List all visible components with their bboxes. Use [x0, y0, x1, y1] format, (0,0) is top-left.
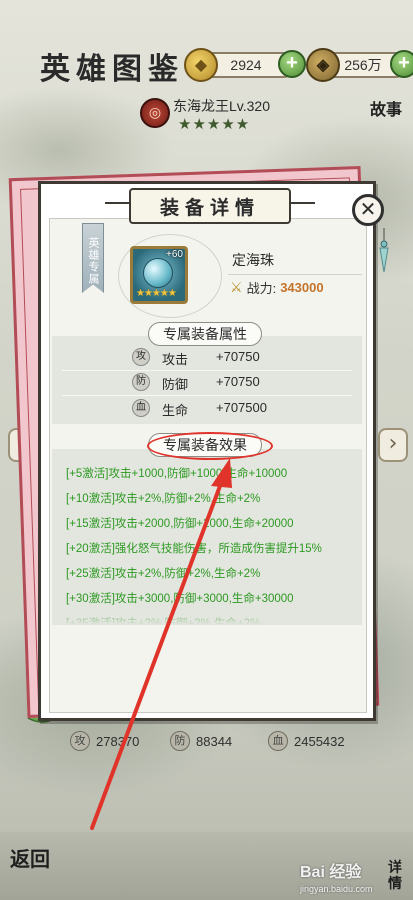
attribute-name: 攻击 — [162, 352, 189, 367]
defense-value: 88344 — [196, 733, 233, 749]
attribute-row-life: 血 生命 +707500 — [52, 397, 278, 421]
attack-stat: 攻 278370 — [70, 730, 139, 752]
hero-stars: ★★★★★ — [178, 115, 251, 133]
effect-item: [+10激活]攻击+2%,防御+2%,生命+2% — [66, 493, 261, 505]
item-stars: ★★★★★ — [136, 288, 177, 299]
attack-value: 278370 — [96, 733, 140, 749]
back-button[interactable]: 返回 — [10, 848, 50, 870]
page-title: 英雄图鉴 — [40, 52, 184, 87]
defense-icon: 防 — [170, 731, 190, 751]
coin-value: 256万 — [344, 57, 382, 73]
life-icon: 血 — [268, 731, 288, 751]
item-level: +60 — [166, 249, 183, 260]
gold-ingot-icon: ◆ — [184, 48, 218, 82]
effect-list[interactable]: [+5激活]攻击+1000,防御+1000,生命+10000 [+10激活]攻击… — [52, 449, 362, 625]
watermark-text: Bai 经验 — [300, 864, 362, 881]
life-value: 2455432 — [294, 733, 345, 749]
add-gold-button[interactable]: + — [278, 50, 306, 78]
life-icon: 血 — [132, 399, 150, 417]
attack-icon: 攻 — [70, 731, 90, 751]
story-button[interactable]: 故事 — [370, 96, 402, 120]
item-name: 定海珠 — [232, 252, 274, 268]
tassel-icon — [379, 228, 389, 273]
attribute-section-header: 专属装备属性 — [60, 322, 350, 346]
watermark: Bai 经验 jingyan.baidu.com — [300, 858, 373, 894]
attribute-row-defense: 防 防御 +70750 — [52, 371, 278, 395]
power-divider — [228, 274, 362, 275]
attribute-row-attack: 攻 攻击 +70750 — [52, 346, 278, 370]
gold-counter: ◆ 2924 + — [184, 48, 306, 82]
power-label: 战力: — [246, 281, 277, 296]
hero-name: 东海龙王Lv.320 — [173, 98, 270, 114]
defense-stat: 防 88344 — [170, 730, 232, 752]
highlight-oval — [147, 432, 273, 460]
detail-button[interactable]: 详情 — [388, 860, 408, 892]
gold-value: 2924 — [230, 57, 262, 73]
effect-item: [+30激活]攻击+3000,防御+3000,生命+30000 — [66, 593, 294, 605]
crossed-swords-icon: ⚔ — [230, 279, 243, 295]
hero-faction-icon: ◎ — [140, 98, 170, 128]
coin-counter: ◈ 256万 + — [306, 48, 413, 82]
power-row: ⚔ 战力: 343000 — [230, 278, 324, 297]
watermark-url: jingyan.baidu.com — [300, 884, 373, 894]
add-coin-button[interactable]: + — [390, 50, 413, 78]
defense-icon: 防 — [132, 373, 150, 391]
attribute-name: 防御 — [162, 377, 189, 392]
modal-title: 装备详情 — [159, 196, 260, 219]
effect-item: [+25激活]攻击+2%,防御+2%,生命+2% — [66, 568, 261, 580]
hero-exclusive-ribbon: 英雄专属 — [82, 223, 104, 293]
attribute-value: +70750 — [216, 349, 260, 364]
modal-title-frame: 装备详情 — [105, 188, 315, 224]
effect-item: [+15激活]攻击+2000,防御+2000,生命+20000 — [66, 518, 294, 530]
attribute-value: +707500 — [216, 400, 267, 415]
attribute-value: +70750 — [216, 374, 260, 389]
power-value: 343000 — [280, 280, 324, 295]
attribute-divider — [62, 395, 352, 396]
pearl-icon — [143, 258, 173, 288]
coin-icon: ◈ — [306, 48, 340, 82]
effect-item: [+5激活]攻击+1000,防御+1000,生命+10000 — [66, 468, 288, 480]
effect-item: [+20激活]强化怒气技能伤害，所造成伤害提升15% — [66, 543, 322, 555]
next-hero-button[interactable]: › — [378, 428, 408, 462]
attack-icon: 攻 — [132, 348, 150, 366]
attribute-section-title: 专属装备属性 — [148, 322, 262, 346]
close-button[interactable]: ✕ — [352, 194, 384, 226]
attribute-name: 生命 — [162, 403, 189, 418]
life-stat: 血 2455432 — [268, 730, 345, 752]
effect-item: [+35激活]攻击+2%,防御+2%,生命+2% — [66, 618, 261, 625]
